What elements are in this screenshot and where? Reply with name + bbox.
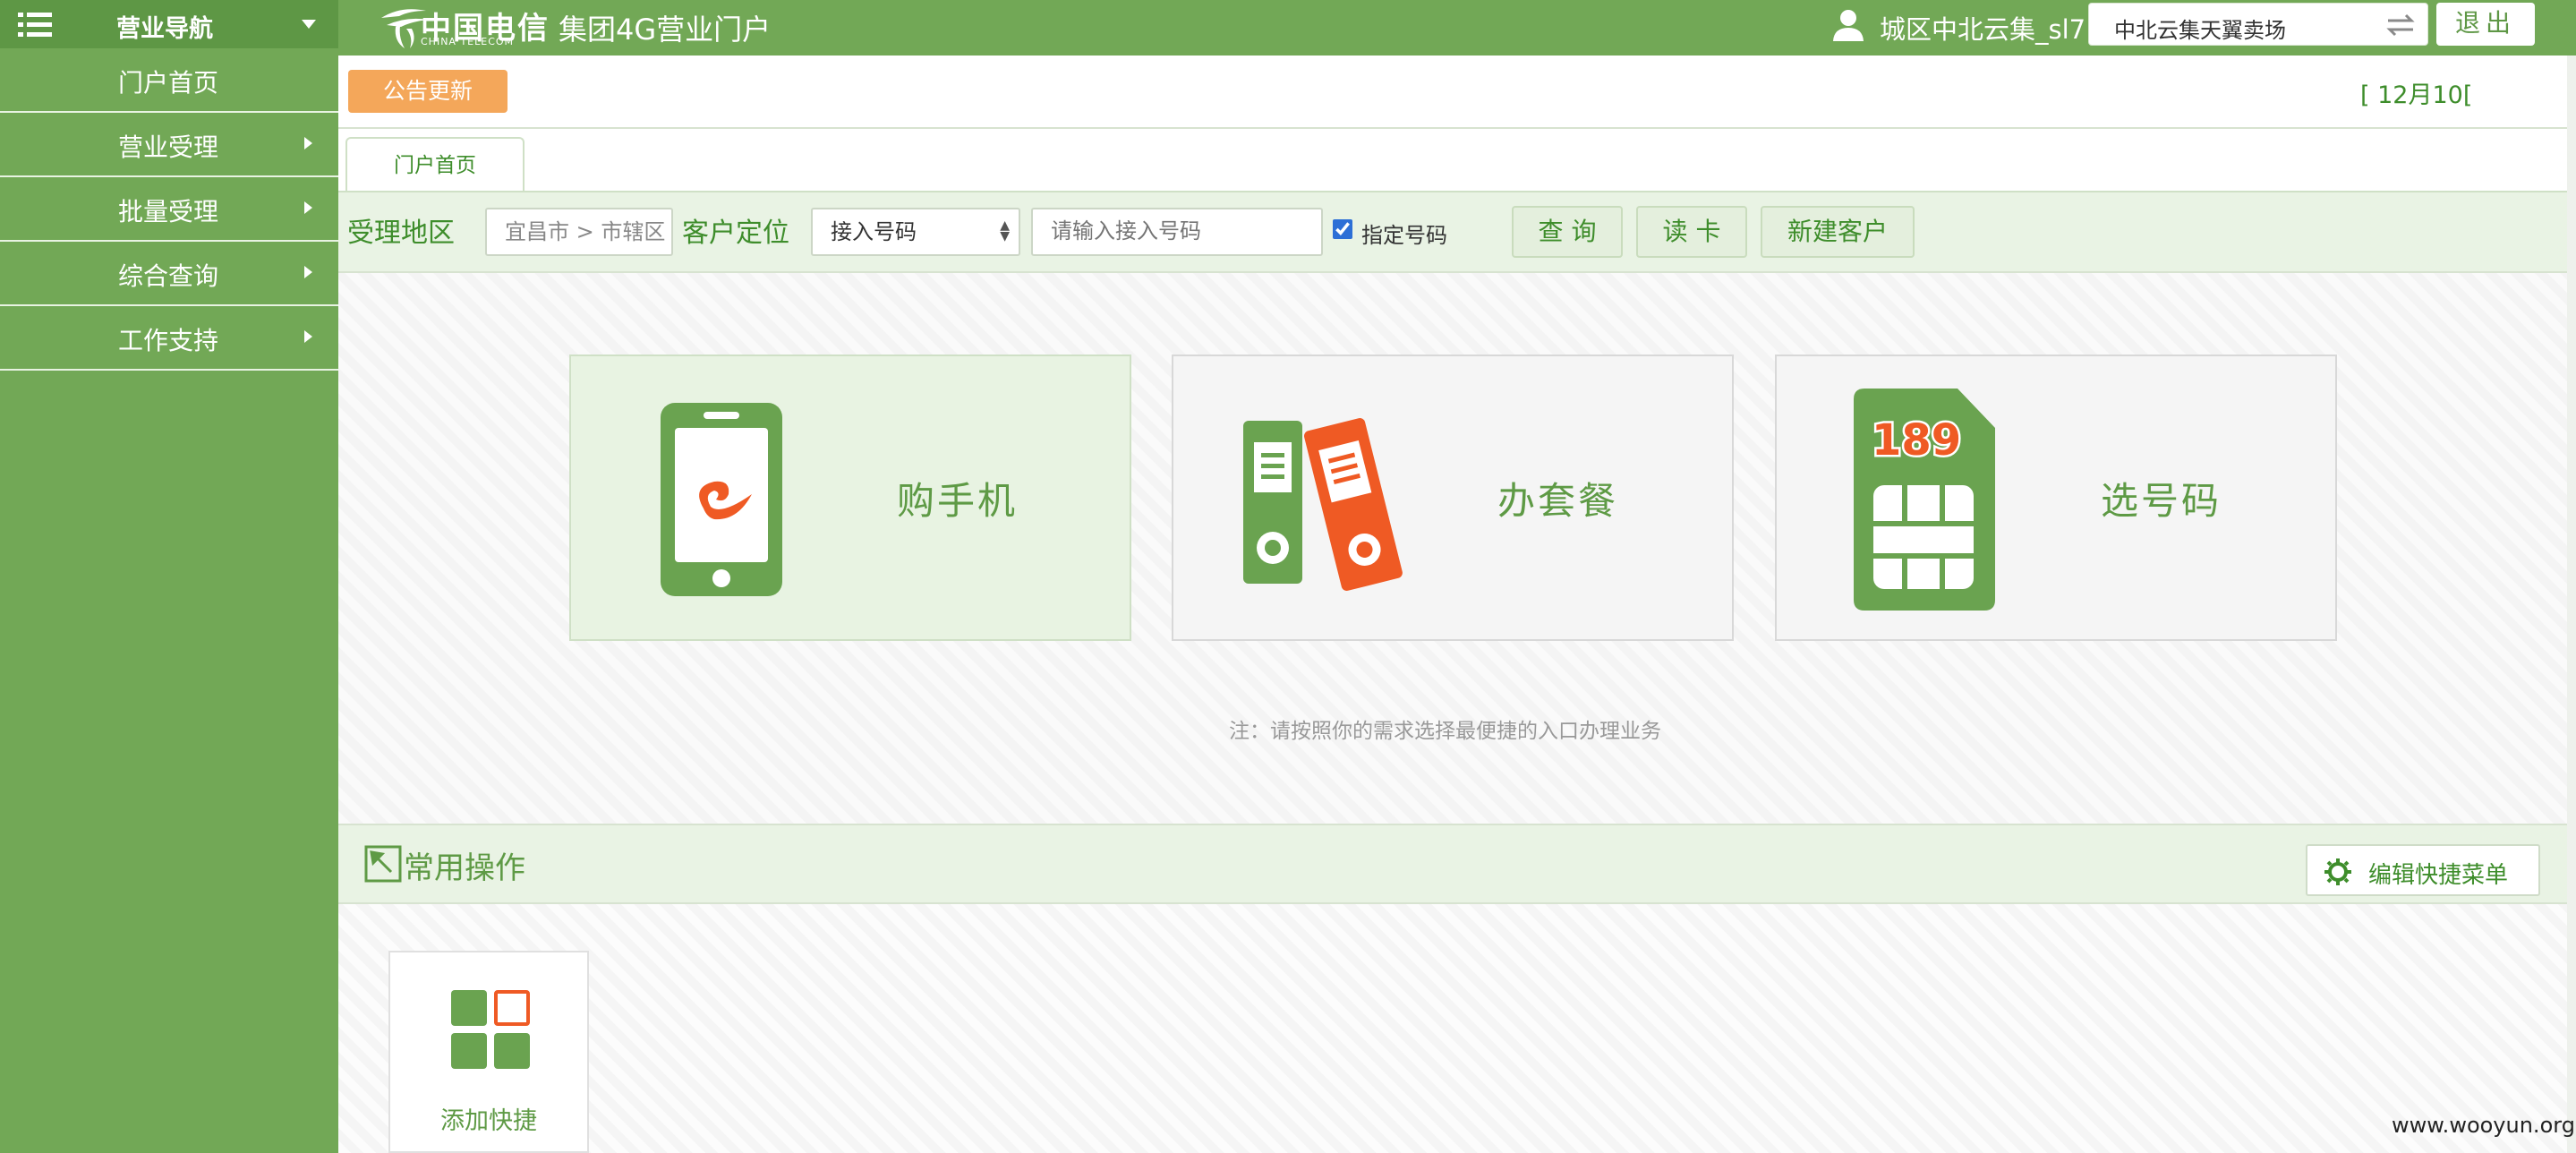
read-card-button[interactable]: 读 卡 [1636,206,1747,258]
specify-number-checkbox[interactable] [1333,219,1352,239]
sidebar-item-label: 门户首页 [118,68,219,98]
phone-icon [661,403,782,596]
sidebar-item-batch[interactable]: 批量受理 [0,177,338,242]
sidebar-item-home[interactable]: 门户首页 [0,48,338,113]
quick-ops-title: 常用操作 [404,850,525,886]
edit-shortcut-menu-button[interactable]: 编辑快捷菜单 [2306,844,2540,896]
pin-icon [364,845,402,883]
app-window: 营业导航 门户首页 营业受理 批量受理 综合查询 工作支持 中国电信 CHINA… [0,0,2576,1153]
specify-number-label: 指定号码 [1361,223,1447,248]
watermark: www.wooyun.org [2392,1113,2575,1138]
sidebar-item-label: 批量受理 [118,197,219,226]
chevron-right-icon [304,330,312,343]
notice-date: [ 12月10[ [2360,81,2473,109]
region-label: 受理地区 [347,218,455,249]
grid-add-icon [451,990,530,1069]
sidebar-item-label: 营业受理 [118,132,219,162]
brand-name-en: CHINA TELECOM [421,36,515,47]
customer-locate-label: 客户定位 [682,218,789,249]
sidebar-item-support[interactable]: 工作支持 [0,306,338,371]
chevron-down-icon [302,20,316,29]
user-icon [1833,10,1864,41]
query-button[interactable]: 查 询 [1512,206,1623,258]
divider [338,127,2567,129]
add-shortcut-label: 添加快捷 [440,1107,537,1135]
quick-ops-bar [338,824,2567,904]
chevron-right-icon [304,137,312,149]
customer-search-bar: 受理地区 宜昌市 > 市辖区 客户定位 接入号码 ▲▼ 指定号码 查 询 读 卡… [338,191,2567,273]
add-shortcut-card[interactable]: 添加快捷 [388,951,589,1153]
quick-ops-area [338,904,2567,1153]
select-arrows-icon: ▲ ▼ [1000,218,1010,243]
sidebar-item-query[interactable]: 综合查询 [0,242,338,306]
logout-button[interactable]: 退出 [2436,3,2535,46]
store-selector[interactable]: 中北云集天翼卖场 [2088,3,2428,46]
buy-phone-card[interactable]: 购手机 [569,354,1131,641]
portal-title: 集团4G营业门户 [559,13,772,47]
number-type-value: 接入号码 [831,219,917,244]
card-label: 购手机 [897,479,1019,523]
region-selector[interactable]: 宜昌市 > 市辖区 [485,208,673,256]
choose-number-card[interactable]: 189 选号码 [1775,354,2337,641]
sidebar-item-label: 综合查询 [118,261,219,291]
card-label: 办套餐 [1497,479,1619,523]
new-customer-button[interactable]: 新建客户 [1761,206,1915,258]
sidebar-item-label: 工作支持 [118,326,219,355]
store-name: 中北云集天翼卖场 [2114,18,2286,43]
card-label: 选号码 [2101,479,2222,523]
sim-number-text: 189 [1872,415,1961,465]
chevron-right-icon [304,266,312,278]
chevron-right-icon [304,201,312,214]
sim-card-icon: 189 [1854,389,1995,611]
list-icon [18,13,52,37]
access-number-input[interactable] [1031,208,1323,256]
sidebar: 营业导航 门户首页 营业受理 批量受理 综合查询 工作支持 [0,0,338,1153]
plan-card[interactable]: 办套餐 [1172,354,1734,641]
scrollbar[interactable] [2567,56,2576,1153]
gear-icon [2324,858,2351,885]
notice-update-button[interactable]: 公告更新 [348,70,508,113]
user-name: 城区中北云集_sl7 [1880,14,2086,45]
binders-icon [1243,418,1403,591]
swap-icon[interactable] [2384,13,2417,38]
sidebar-title: 营业导航 [116,15,213,43]
tab-home[interactable]: 门户首页 [345,137,525,192]
top-header: 中国电信 CHINA TELECOM 集团4G营业门户 城区中北云集_sl7 中… [338,0,2576,56]
sidebar-header[interactable]: 营业导航 [0,0,338,48]
sidebar-item-business[interactable]: 营业受理 [0,113,338,177]
number-type-select[interactable]: 接入号码 ▲ ▼ [811,208,1020,256]
hint-note: 注：请按照你的需求选择最便捷的入口办理业务 [1229,720,1661,743]
edit-shortcut-label: 编辑快捷菜单 [2368,862,2509,889]
